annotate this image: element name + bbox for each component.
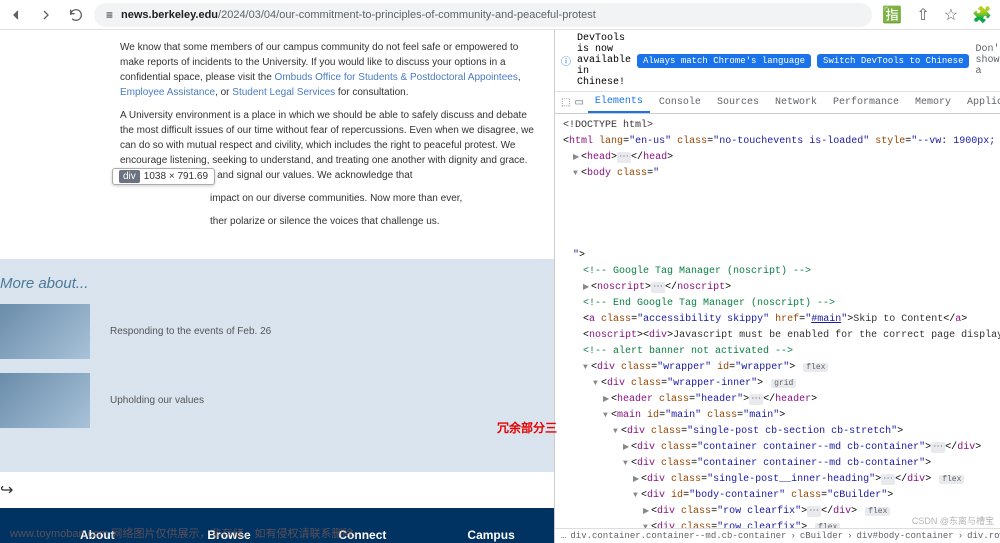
related-thumb	[0, 304, 90, 359]
related-title: Upholding our values	[110, 395, 204, 406]
link-ombuds[interactable]: Ombuds Office for Students & Postdoctora…	[275, 72, 518, 83]
url-path: /2024/03/04/our-commitment-to-principles…	[218, 9, 596, 21]
forward-icon[interactable]	[38, 7, 54, 23]
devtools-infobar: ⓘ DevTools is now available in Chinese! …	[555, 30, 1000, 92]
address-bar[interactable]: ≡ news.berkeley.edu/2024/03/04/our-commi…	[94, 3, 872, 27]
tab-elements[interactable]: Elements	[588, 92, 650, 113]
related-item[interactable]: Responding to the events of Feb. 26	[0, 304, 554, 359]
share-row: ↪	[0, 472, 554, 500]
more-about-heading: More about...	[0, 275, 554, 292]
paragraph-2-tail2: ther polarize or silence the voices that…	[120, 214, 536, 229]
related-thumb	[0, 373, 90, 428]
tab-memory[interactable]: Memory	[908, 93, 958, 112]
annotation-label: 冗余部分三	[497, 419, 557, 436]
browser-toolbar: ≡ news.berkeley.edu/2024/03/04/our-commi…	[0, 0, 1000, 30]
back-icon[interactable]	[8, 7, 24, 23]
infobar-msg: DevTools is now available in Chinese!	[577, 33, 631, 88]
paragraph-2-tail1: impact on our diverse communities. Now m…	[120, 191, 536, 206]
link-student-legal[interactable]: Student Legal Services	[232, 87, 335, 98]
bookmark-icon[interactable]: ☆	[944, 5, 958, 25]
pill-switch-lang[interactable]: Switch DevTools to Chinese	[817, 54, 969, 68]
csdn-watermark: CSDN @东离与槽宝	[912, 514, 994, 527]
dom-tree[interactable]: <!DOCTYPE html> <html lang="en-us" class…	[555, 114, 1000, 528]
dom-breadcrumb[interactable]: … div.container.container--md.cb-contain…	[555, 528, 1000, 543]
share-icon[interactable]: ⇧	[916, 5, 929, 25]
tab-application[interactable]: Application	[960, 93, 1000, 112]
tab-console[interactable]: Console	[652, 93, 708, 112]
link-employee-assistance[interactable]: Employee Assistance	[120, 87, 215, 98]
page-viewport: We know that some members of our campus …	[0, 30, 554, 543]
tab-performance[interactable]: Performance	[826, 93, 906, 112]
watermark: www.toymoban.com 网络图片仅供展示，非存储，如有侵权请联系删除。	[10, 525, 364, 541]
more-about-section: More about... Responding to the events o…	[0, 259, 554, 472]
footer-col-campus: Campus resources Libraries Equity, Inclu…	[467, 528, 554, 543]
device-icon[interactable]: ▭	[574, 97, 583, 109]
related-item[interactable]: Upholding our values	[0, 373, 554, 428]
devtools-tabs: ⬚ ▭ Elements Console Sources Network Per…	[555, 92, 1000, 114]
site-info-icon[interactable]: ≡	[106, 8, 113, 22]
paragraph-1: We know that some members of our campus …	[120, 40, 536, 100]
pill-match-lang[interactable]: Always match Chrome's language	[637, 54, 811, 68]
tab-network[interactable]: Network	[768, 93, 824, 112]
info-icon: ⓘ	[561, 53, 571, 69]
related-title: Responding to the events of Feb. 26	[110, 326, 271, 337]
url-host: news.berkeley.edu	[121, 9, 218, 21]
tab-sources[interactable]: Sources	[710, 93, 766, 112]
reload-icon[interactable]	[68, 7, 84, 23]
inspect-icon[interactable]: ⬚	[561, 97, 570, 109]
extensions-icon[interactable]: 🧩	[972, 5, 992, 25]
share-arrow-icon[interactable]: ↪	[0, 482, 13, 499]
translate-icon[interactable]: 🈯	[882, 5, 902, 25]
inspect-tooltip: div1038 × 791.69	[112, 168, 215, 185]
devtools-panel: ⓘ DevTools is now available in Chinese! …	[554, 30, 1000, 543]
